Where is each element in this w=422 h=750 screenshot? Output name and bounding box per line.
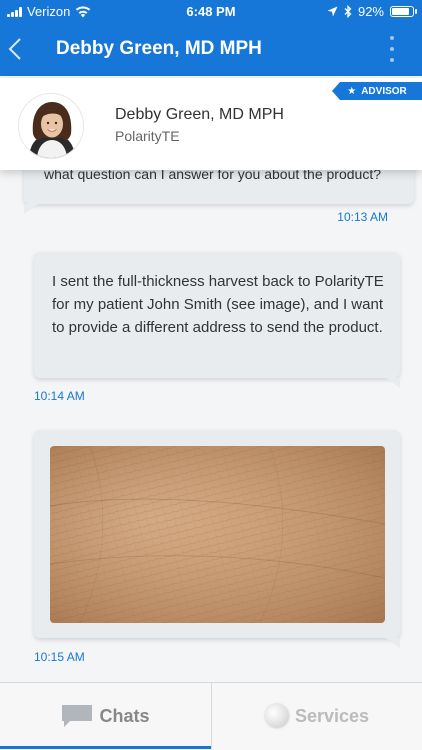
tab-chats-label: Chats — [99, 705, 150, 726]
battery-icon — [390, 6, 417, 17]
message-text: I sent the full-thickness harvest back t… — [52, 273, 384, 336]
avatar — [18, 93, 84, 159]
top-bar: Verizon 6:48 PM 92% Debby Green, MD MPH — [0, 0, 422, 76]
message-timestamp: 10:15 AM — [34, 650, 85, 664]
tab-services[interactable]: Services — [211, 683, 422, 749]
message-timestamp: 10:14 AM — [34, 389, 85, 403]
bluetooth-icon — [344, 5, 352, 18]
battery-percent: 92% — [357, 4, 384, 19]
image-message-bubble[interactable] — [34, 430, 400, 648]
services-icon — [264, 704, 289, 728]
chat-bubble-icon — [61, 704, 93, 728]
back-chevron-icon[interactable] — [8, 34, 32, 64]
battery-fill — [392, 8, 410, 15]
advisor-badge-label: ADVISOR — [361, 85, 407, 97]
advisor-card[interactable]: Debby Green, MD MPH PolarityTE ★ ADVISOR — [0, 78, 422, 170]
advisor-organization: PolarityTE — [115, 128, 180, 144]
tab-bar: Chats Services — [0, 682, 422, 750]
tab-chats[interactable]: Chats — [0, 683, 211, 749]
status-right: 92% — [327, 4, 417, 19]
star-icon: ★ — [347, 85, 357, 97]
skin-photo[interactable] — [50, 446, 385, 623]
advisor-badge: ★ ADVISOR — [332, 82, 422, 100]
tab-services-label: Services — [294, 705, 370, 726]
active-tab-indicator — [0, 746, 211, 749]
message-bubble: I sent the full-thickness harvest back t… — [34, 252, 400, 388]
location-arrow-icon — [327, 6, 338, 17]
more-vertical-icon[interactable] — [388, 36, 396, 62]
message-timestamp: 10:13 AM — [337, 210, 388, 224]
advisor-name: Debby Green, MD MPH — [115, 106, 284, 123]
status-bar: Verizon 6:48 PM 92% — [0, 0, 422, 24]
page-title: Debby Green, MD MPH — [56, 38, 262, 59]
